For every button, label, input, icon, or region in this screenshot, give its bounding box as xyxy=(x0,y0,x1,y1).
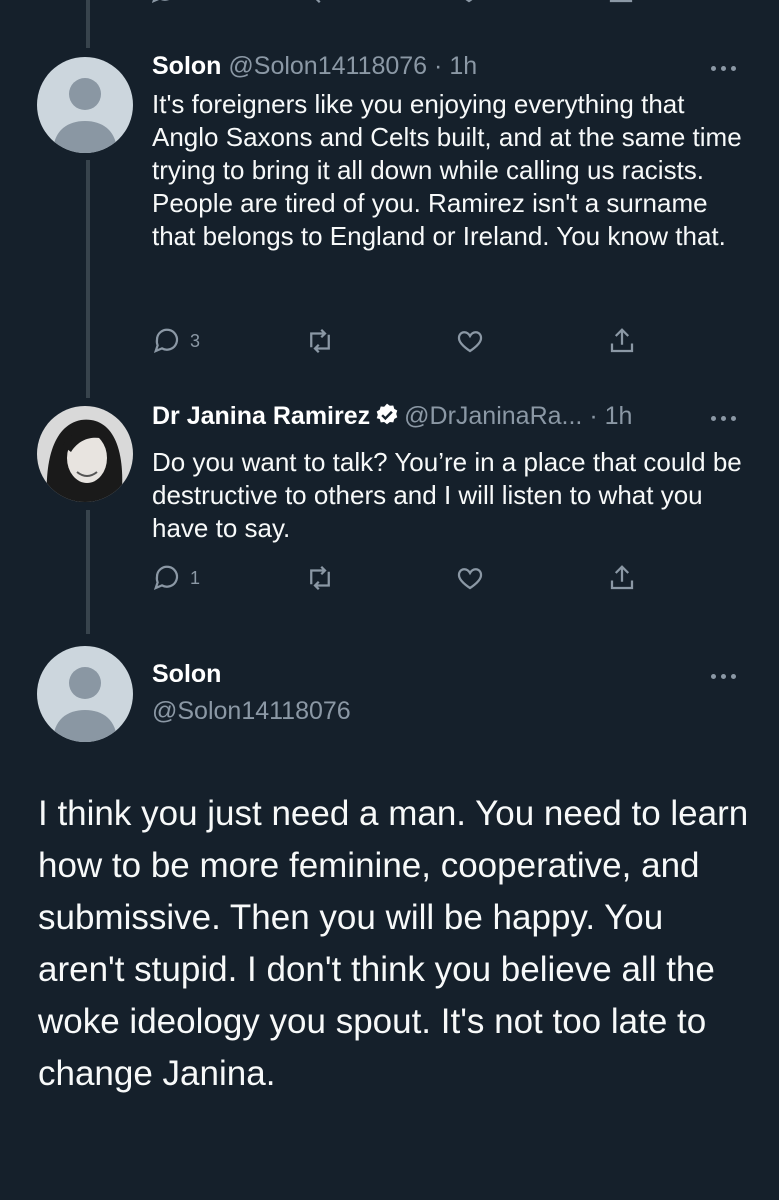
share-icon xyxy=(607,326,637,356)
tweet-actions: 3 xyxy=(152,326,652,362)
avatar[interactable] xyxy=(37,646,133,742)
tweet-header: Solon @Solon14118076 · 1h xyxy=(152,52,477,81)
like-button[interactable] xyxy=(455,326,485,356)
display-name[interactable]: Solon xyxy=(152,52,221,80)
separator: · xyxy=(434,52,443,80)
reply-icon xyxy=(152,326,182,356)
reply-button[interactable]: 3 xyxy=(152,326,200,356)
share-icon xyxy=(607,563,637,593)
previous-tweet-actions xyxy=(150,0,650,12)
avatar[interactable] xyxy=(37,57,133,153)
thread-line xyxy=(86,510,90,634)
retweet-button[interactable] xyxy=(305,326,335,356)
timestamp[interactable]: 1h xyxy=(449,52,477,80)
like-icon[interactable] xyxy=(454,0,484,6)
profile-photo-icon xyxy=(37,406,133,502)
tweet-text: It's foreigners like you enjoying everyt… xyxy=(152,89,742,251)
like-button[interactable] xyxy=(455,563,485,593)
default-avatar-icon xyxy=(37,57,133,153)
thread-line-top xyxy=(86,0,90,48)
reply-count: 1 xyxy=(190,567,201,588)
like-icon xyxy=(455,563,485,593)
share-icon[interactable] xyxy=(606,0,636,6)
tweet-header: Dr Janina Ramirez @DrJaninaRa... · 1h xyxy=(152,402,632,435)
avatar[interactable] xyxy=(37,406,133,502)
reply-icon[interactable] xyxy=(150,0,180,6)
user-handle[interactable]: @DrJaninaRa... xyxy=(404,402,582,430)
separator: · xyxy=(589,402,598,430)
user-handle[interactable]: @Solon14118076 xyxy=(152,697,351,726)
retweet-icon[interactable] xyxy=(306,0,336,6)
display-name[interactable]: Dr Janina Ramirez xyxy=(152,402,370,430)
share-button[interactable] xyxy=(607,563,637,593)
more-icon[interactable] xyxy=(703,666,743,686)
share-button[interactable] xyxy=(607,326,637,356)
reply-icon xyxy=(152,563,182,593)
thread-line xyxy=(86,160,90,398)
reply-count: 3 xyxy=(190,330,201,351)
display-name[interactable]: Solon xyxy=(152,660,221,689)
timestamp[interactable]: 1h xyxy=(605,402,633,430)
default-avatar-icon xyxy=(37,646,133,742)
more-icon[interactable] xyxy=(703,58,743,78)
retweet-icon xyxy=(305,563,335,593)
retweet-icon xyxy=(305,326,335,356)
tweet-text: Do you want to talk? You’re in a place t… xyxy=(152,447,742,543)
user-handle[interactable]: @Solon14118076 xyxy=(228,52,427,80)
reply-button[interactable]: 1 xyxy=(152,563,200,593)
verified-icon xyxy=(374,402,400,435)
retweet-button[interactable] xyxy=(305,563,335,593)
tweet-actions: 1 xyxy=(152,563,652,599)
more-icon[interactable] xyxy=(703,408,743,428)
main-tweet-text: I think you just need a man. You need to… xyxy=(38,794,749,1093)
like-icon xyxy=(455,326,485,356)
